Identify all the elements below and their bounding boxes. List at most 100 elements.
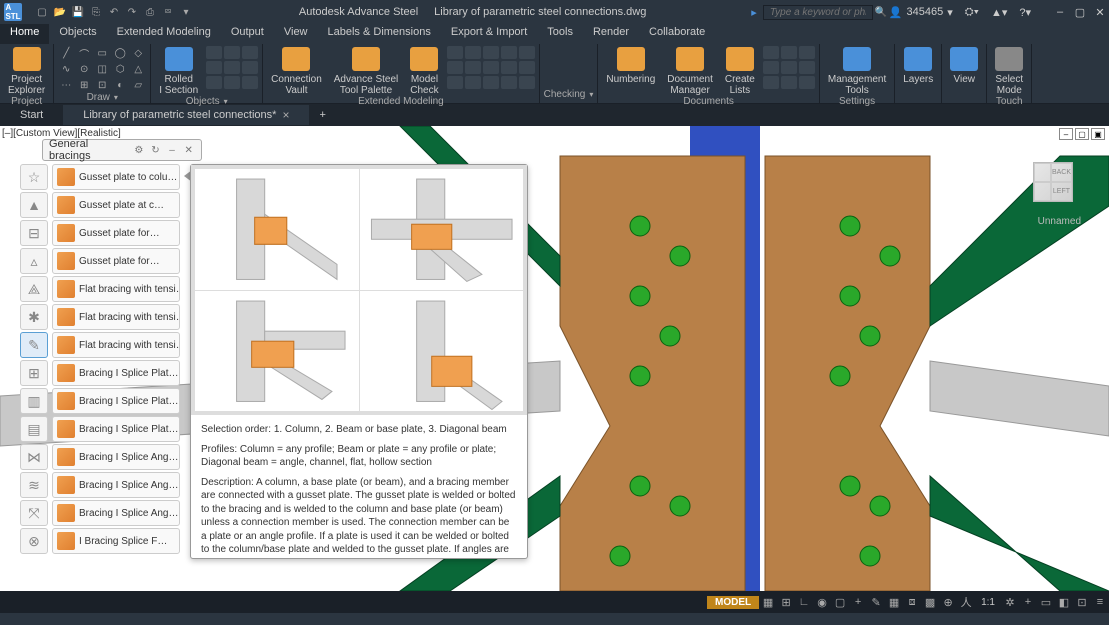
ribbon-small-tool[interactable] bbox=[206, 76, 222, 89]
draw-tool-11[interactable]: ⊞ bbox=[76, 78, 92, 92]
draw-tool-6[interactable]: ⊙ bbox=[76, 62, 92, 76]
menu-output[interactable]: Output bbox=[221, 24, 274, 44]
category-beam-icon[interactable]: ⊟ bbox=[20, 220, 48, 246]
viewcube-face-left[interactable]: LEFT bbox=[1051, 182, 1072, 201]
rolled-isection-button[interactable]: RolledI Section bbox=[155, 46, 202, 96]
ribbon-small-tool[interactable] bbox=[501, 46, 517, 59]
ribbon-small-tool[interactable] bbox=[483, 61, 499, 74]
chevron-down-icon[interactable]: ▾ bbox=[114, 93, 118, 102]
category-bolt-icon[interactable]: ✱ bbox=[20, 304, 48, 330]
ribbon-small-tool[interactable] bbox=[242, 76, 258, 89]
ribbon-small-tool[interactable] bbox=[206, 61, 222, 74]
viewcube[interactable]: BACK LEFT bbox=[1025, 154, 1081, 210]
qat-dropdown-icon[interactable]: ▾ bbox=[178, 4, 194, 20]
category-gusset-icon[interactable]: ⟁ bbox=[20, 276, 48, 302]
gizmo-icon[interactable]: ⊕ bbox=[939, 593, 957, 611]
category-fold-icon[interactable]: ⤧ bbox=[20, 500, 48, 526]
draw-tool-8[interactable]: ⬡ bbox=[112, 62, 128, 76]
draw-tool-12[interactable]: ⊡ bbox=[94, 78, 110, 92]
draw-tool-13[interactable]: ◐ bbox=[112, 78, 128, 92]
ribbon-small-tool[interactable] bbox=[224, 76, 240, 89]
qat-redo-icon[interactable]: ↷ bbox=[124, 4, 140, 20]
palette-item[interactable]: Flat bracing with tensi… bbox=[52, 332, 180, 358]
palette-item[interactable]: Bracing I Splice Plat… bbox=[52, 416, 180, 442]
category-bracing-icon[interactable]: ✎ bbox=[20, 332, 48, 358]
palette-item[interactable]: Gusset plate to colu… bbox=[52, 164, 180, 190]
category-misc-icon[interactable]: ⊗ bbox=[20, 528, 48, 554]
cloud-icon[interactable]: ◧ bbox=[1055, 593, 1073, 611]
menu-render[interactable]: Render bbox=[583, 24, 639, 44]
palette-item[interactable]: Bracing I Splice Plat… bbox=[52, 388, 180, 414]
palette-item[interactable]: I Bracing Splice F… bbox=[52, 528, 180, 554]
ribbon-small-tool[interactable] bbox=[763, 46, 779, 59]
palette-title-bar[interactable]: General bracings ⚙ ↻ – ✕ bbox=[42, 139, 202, 161]
view-close-icon[interactable]: ▣ bbox=[1091, 128, 1105, 140]
view-button[interactable]: View bbox=[946, 46, 982, 85]
draw-tool-2[interactable]: ▭ bbox=[94, 46, 110, 60]
draw-tool-7[interactable]: ◫ bbox=[94, 62, 110, 76]
view-max-icon[interactable]: ▢ bbox=[1075, 128, 1089, 140]
gear-icon[interactable]: ⚙ bbox=[133, 143, 146, 157]
category-plate-icon[interactable]: ▲ bbox=[20, 192, 48, 218]
close-icon[interactable]: ✕ bbox=[182, 143, 195, 157]
minimize-icon[interactable]: – bbox=[166, 143, 179, 157]
numbering-button[interactable]: Numbering bbox=[602, 46, 659, 85]
qat-new-icon[interactable]: ▢ bbox=[34, 4, 50, 20]
ribbon-small-tool[interactable] bbox=[799, 61, 815, 74]
hardware-icon[interactable]: ⊡ bbox=[1073, 593, 1091, 611]
polar-icon[interactable]: ◉ bbox=[813, 593, 831, 611]
ribbon-small-tool[interactable] bbox=[519, 46, 535, 59]
viewcube-face[interactable] bbox=[1034, 163, 1051, 182]
search-input[interactable] bbox=[763, 5, 873, 20]
dynamic-icon[interactable]: ✎ bbox=[867, 593, 885, 611]
draw-tool-4[interactable]: ◇ bbox=[130, 46, 146, 60]
ribbon-small-tool[interactable] bbox=[447, 61, 463, 74]
advance-steel-tool-palette-button[interactable]: Advance SteelTool Palette bbox=[330, 46, 403, 96]
menu-export-import[interactable]: Export & Import bbox=[441, 24, 537, 44]
ortho-icon[interactable]: ∟ bbox=[795, 593, 813, 611]
ribbon-small-tool[interactable] bbox=[242, 46, 258, 59]
category-joint-icon[interactable]: ▵ bbox=[20, 248, 48, 274]
menu-extended-modeling[interactable]: Extended Modeling bbox=[107, 24, 221, 44]
snap-icon[interactable]: ⊞ bbox=[777, 593, 795, 611]
plus2-icon[interactable]: + bbox=[1019, 593, 1037, 611]
close-button[interactable]: ✕ bbox=[1091, 4, 1109, 20]
qat-save-icon[interactable]: 💾 bbox=[70, 4, 86, 20]
viewcube-face[interactable] bbox=[1034, 182, 1051, 201]
ribbon-small-tool[interactable] bbox=[763, 76, 779, 89]
ribbon-small-tool[interactable] bbox=[501, 76, 517, 89]
ribbon-small-tool[interactable] bbox=[483, 76, 499, 89]
new-tab-button[interactable]: + bbox=[309, 106, 335, 124]
maximize-button[interactable]: ▢ bbox=[1071, 4, 1089, 20]
palette-item[interactable]: Bracing I Splice Plat… bbox=[52, 360, 180, 386]
viewport[interactable]: [–][Custom View][Realistic] – ▢ ▣ BACK L… bbox=[0, 126, 1109, 591]
layers-button[interactable]: Layers bbox=[899, 46, 937, 85]
palette-item[interactable]: Bracing I Splice Ang… bbox=[52, 444, 180, 470]
ribbon-small-tool[interactable] bbox=[781, 61, 797, 74]
menu-tools[interactable]: Tools bbox=[537, 24, 583, 44]
model-space-button[interactable]: MODEL bbox=[707, 596, 759, 609]
palette-item[interactable]: Gusset plate at c… bbox=[52, 192, 180, 218]
viewcube-label[interactable]: Unnamed bbox=[1038, 216, 1081, 227]
ribbon-small-tool[interactable] bbox=[447, 76, 463, 89]
palette-item[interactable]: Flat bracing with tensi… bbox=[52, 276, 180, 302]
qat-print-icon[interactable]: ⎙ bbox=[142, 4, 158, 20]
menu-objects[interactable]: Objects bbox=[49, 24, 106, 44]
palette-item[interactable]: Bracing I Splice Ang… bbox=[52, 472, 180, 498]
iso-icon[interactable]: ⧈ bbox=[903, 593, 921, 611]
model-check-button[interactable]: ModelCheck bbox=[406, 46, 442, 96]
close-icon[interactable]: × bbox=[282, 108, 289, 122]
viewcube-face-back[interactable]: BACK bbox=[1051, 163, 1072, 182]
palette-item[interactable]: Gusset plate for… bbox=[52, 248, 180, 274]
ribbon-small-tool[interactable] bbox=[224, 46, 240, 59]
draw-tool-9[interactable]: △ bbox=[130, 62, 146, 76]
ribbon-small-tool[interactable] bbox=[519, 76, 535, 89]
annotation-icon[interactable]: 人 bbox=[957, 593, 975, 611]
ribbon-small-tool[interactable] bbox=[242, 61, 258, 74]
ribbon-small-tool[interactable] bbox=[781, 76, 797, 89]
selection-icon[interactable]: ▩ bbox=[921, 593, 939, 611]
category-section-icon[interactable]: ⊞ bbox=[20, 360, 48, 386]
customize-icon[interactable]: ≡ bbox=[1091, 593, 1109, 611]
category-weld-icon[interactable]: ≋ bbox=[20, 472, 48, 498]
menu-collaborate[interactable]: Collaborate bbox=[639, 24, 715, 44]
